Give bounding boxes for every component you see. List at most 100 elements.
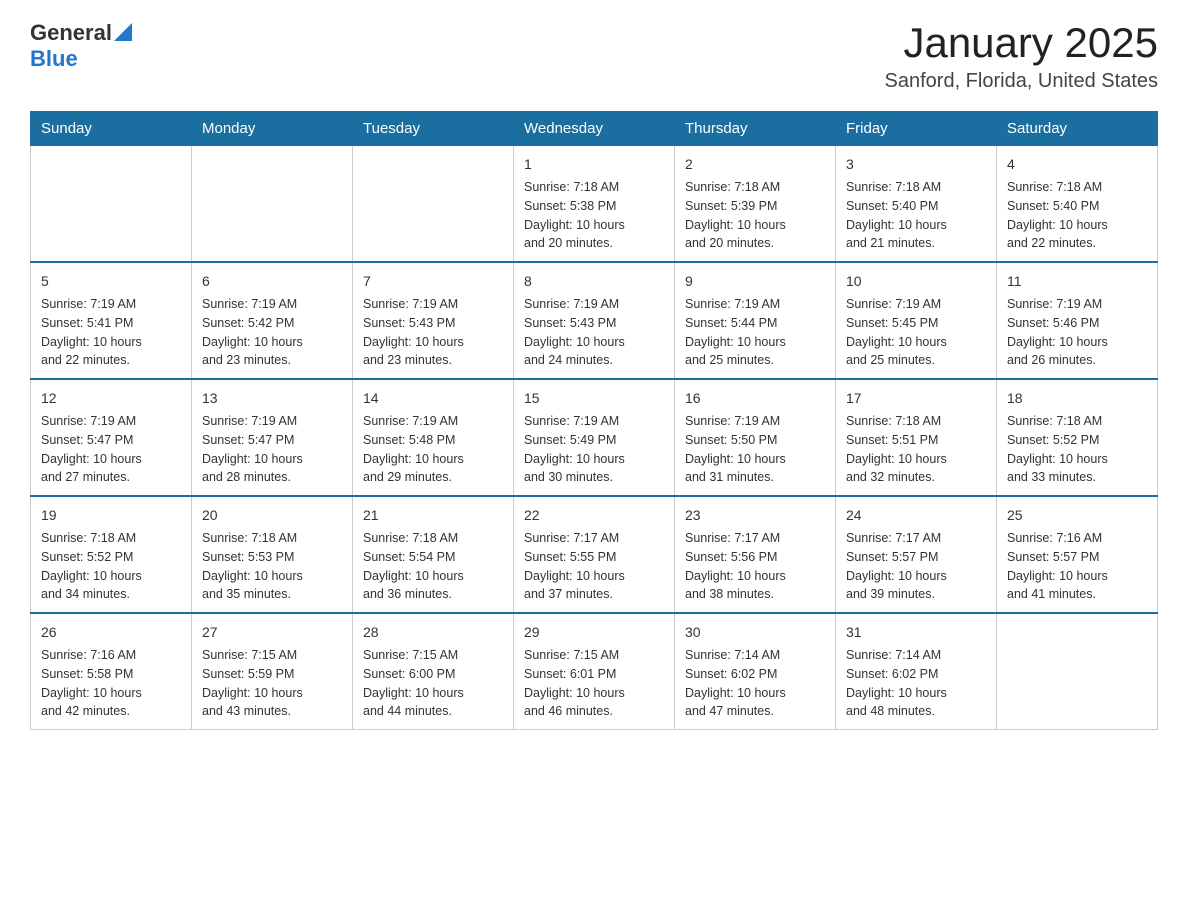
calendar-header-saturday: Saturday [997, 112, 1158, 146]
calendar-day-cell: 27Sunrise: 7:15 AM Sunset: 5:59 PM Dayli… [192, 613, 353, 730]
title-block: January 2025 Sanford, Florida, United St… [885, 20, 1158, 93]
day-number: 2 [685, 154, 825, 175]
day-info: Sunrise: 7:15 AM Sunset: 6:01 PM Dayligh… [524, 646, 664, 721]
calendar-day-cell: 8 Sunrise: 7:19 AM Sunset: 5:43 PM Daylig… [514, 262, 675, 379]
day-number: 26 [41, 622, 181, 643]
day-number: 3 [846, 154, 986, 175]
calendar-week-row: 1 Sunrise: 7:18 AM Sunset: 5:38 PM Daylig… [31, 146, 1158, 263]
day-number: 10 [846, 271, 986, 292]
calendar-header-friday: Friday [836, 112, 997, 146]
calendar-day-cell: 6 Sunrise: 7:19 AM Sunset: 5:42 PM Daylig… [192, 262, 353, 379]
page-header: General Blue January 2025 Sanford, Flori… [30, 20, 1158, 93]
logo-general-text: General [30, 20, 112, 46]
day-info: Sunrise: 7:18 AM Sunset: 5:53 PM Dayligh… [202, 529, 342, 604]
calendar-day-cell [192, 146, 353, 263]
day-info: Sunrise: 7:14 AM Sunset: 6:02 PM Dayligh… [685, 646, 825, 721]
calendar-day-cell: 11 Sunrise: 7:19 AM Sunset: 5:46 PM Dayli… [997, 262, 1158, 379]
day-info: Sunrise: 7:19 AM Sunset: 5:41 PM Dayligh… [41, 295, 181, 370]
day-info: Sunrise: 7:18 AM Sunset: 5:40 PM Dayligh… [846, 178, 986, 253]
calendar-header-sunday: Sunday [31, 112, 192, 146]
day-info: Sunrise: 7:19 AM Sunset: 5:49 PM Dayligh… [524, 412, 664, 487]
calendar-day-cell: 21 Sunrise: 7:18 AM Sunset: 5:54 PM Dayli… [353, 496, 514, 613]
day-number: 8 [524, 271, 664, 292]
day-number: 24 [846, 505, 986, 526]
day-info: Sunrise: 7:18 AM Sunset: 5:38 PM Dayligh… [524, 178, 664, 253]
calendar-day-cell [353, 146, 514, 263]
day-number: 21 [363, 505, 503, 526]
day-number: 7 [363, 271, 503, 292]
logo: General Blue [30, 20, 132, 72]
day-info: Sunrise: 7:16 AM Sunset: 5:58 PM Dayligh… [41, 646, 181, 721]
calendar-day-cell: 29 Sunrise: 7:15 AM Sunset: 6:01 PM Dayli… [514, 613, 675, 730]
calendar-day-cell: 10 Sunrise: 7:19 AM Sunset: 5:45 PM Dayli… [836, 262, 997, 379]
day-number: 13 [202, 388, 342, 409]
day-number: 6 [202, 271, 342, 292]
day-info: Sunrise: 7:19 AM Sunset: 5:44 PM Dayligh… [685, 295, 825, 370]
day-number: 16 [685, 388, 825, 409]
calendar-day-cell: 25Sunrise: 7:16 AM Sunset: 5:57 PM Dayli… [997, 496, 1158, 613]
calendar-day-cell: 30 Sunrise: 7:14 AM Sunset: 6:02 PM Dayli… [675, 613, 836, 730]
day-number: 5 [41, 271, 181, 292]
day-number: 30 [685, 622, 825, 643]
calendar-day-cell [31, 146, 192, 263]
calendar-day-cell: 16 Sunrise: 7:19 AM Sunset: 5:50 PM Dayli… [675, 379, 836, 496]
calendar-header-row: SundayMondayTuesdayWednesdayThursdayFrid… [31, 112, 1158, 146]
calendar-header-thursday: Thursday [675, 112, 836, 146]
day-info: Sunrise: 7:17 AM Sunset: 5:55 PM Dayligh… [524, 529, 664, 604]
day-info: Sunrise: 7:15 AM Sunset: 6:00 PM Dayligh… [363, 646, 503, 721]
day-info: Sunrise: 7:19 AM Sunset: 5:47 PM Dayligh… [202, 412, 342, 487]
day-info: Sunrise: 7:18 AM Sunset: 5:39 PM Dayligh… [685, 178, 825, 253]
calendar-day-cell: 12 Sunrise: 7:19 AM Sunset: 5:47 PM Dayli… [31, 379, 192, 496]
day-info: Sunrise: 7:19 AM Sunset: 5:48 PM Dayligh… [363, 412, 503, 487]
day-info: Sunrise: 7:17 AM Sunset: 5:57 PM Dayligh… [846, 529, 986, 604]
day-number: 23 [685, 505, 825, 526]
day-info: Sunrise: 7:19 AM Sunset: 5:43 PM Dayligh… [524, 295, 664, 370]
day-info: Sunrise: 7:18 AM Sunset: 5:54 PM Dayligh… [363, 529, 503, 604]
day-number: 4 [1007, 154, 1147, 175]
calendar-header-monday: Monday [192, 112, 353, 146]
calendar-day-cell: 2 Sunrise: 7:18 AM Sunset: 5:39 PM Daylig… [675, 146, 836, 263]
day-number: 19 [41, 505, 181, 526]
day-number: 15 [524, 388, 664, 409]
day-info: Sunrise: 7:18 AM Sunset: 5:40 PM Dayligh… [1007, 178, 1147, 253]
day-number: 22 [524, 505, 664, 526]
day-info: Sunrise: 7:19 AM Sunset: 5:46 PM Dayligh… [1007, 295, 1147, 370]
calendar-day-cell: 5 Sunrise: 7:19 AM Sunset: 5:41 PM Daylig… [31, 262, 192, 379]
calendar-week-row: 26 Sunrise: 7:16 AM Sunset: 5:58 PM Dayli… [31, 613, 1158, 730]
day-number: 11 [1007, 271, 1147, 292]
calendar-week-row: 12 Sunrise: 7:19 AM Sunset: 5:47 PM Dayli… [31, 379, 1158, 496]
day-info: Sunrise: 7:19 AM Sunset: 5:45 PM Dayligh… [846, 295, 986, 370]
month-title: January 2025 [885, 20, 1158, 66]
calendar-day-cell: 7 Sunrise: 7:19 AM Sunset: 5:43 PM Daylig… [353, 262, 514, 379]
logo-blue-text: Blue [30, 46, 78, 71]
day-number: 27 [202, 622, 342, 643]
day-info: Sunrise: 7:19 AM Sunset: 5:47 PM Dayligh… [41, 412, 181, 487]
day-number: 28 [363, 622, 503, 643]
day-info: Sunrise: 7:19 AM Sunset: 5:50 PM Dayligh… [685, 412, 825, 487]
calendar-day-cell: 13 Sunrise: 7:19 AM Sunset: 5:47 PM Dayli… [192, 379, 353, 496]
day-info: Sunrise: 7:18 AM Sunset: 5:51 PM Dayligh… [846, 412, 986, 487]
calendar-day-cell: 9Sunrise: 7:19 AM Sunset: 5:44 PM Daylig… [675, 262, 836, 379]
day-info: Sunrise: 7:19 AM Sunset: 5:43 PM Dayligh… [363, 295, 503, 370]
calendar-body: 1 Sunrise: 7:18 AM Sunset: 5:38 PM Daylig… [31, 146, 1158, 730]
calendar-day-cell: 3 Sunrise: 7:18 AM Sunset: 5:40 PM Daylig… [836, 146, 997, 263]
day-number: 1 [524, 154, 664, 175]
calendar-day-cell: 28 Sunrise: 7:15 AM Sunset: 6:00 PM Dayli… [353, 613, 514, 730]
logo-triangle-icon [114, 23, 132, 41]
day-number: 12 [41, 388, 181, 409]
location-title: Sanford, Florida, United States [885, 70, 1158, 93]
calendar-day-cell: 15 Sunrise: 7:19 AM Sunset: 5:49 PM Dayli… [514, 379, 675, 496]
calendar-header-tuesday: Tuesday [353, 112, 514, 146]
calendar-day-cell: 31Sunrise: 7:14 AM Sunset: 6:02 PM Dayli… [836, 613, 997, 730]
day-info: Sunrise: 7:19 AM Sunset: 5:42 PM Dayligh… [202, 295, 342, 370]
day-number: 18 [1007, 388, 1147, 409]
calendar-day-cell: 22 Sunrise: 7:17 AM Sunset: 5:55 PM Dayli… [514, 496, 675, 613]
calendar-week-row: 5 Sunrise: 7:19 AM Sunset: 5:41 PM Daylig… [31, 262, 1158, 379]
calendar-day-cell: 17Sunrise: 7:18 AM Sunset: 5:51 PM Dayli… [836, 379, 997, 496]
calendar-day-cell: 20Sunrise: 7:18 AM Sunset: 5:53 PM Dayli… [192, 496, 353, 613]
calendar-week-row: 19Sunrise: 7:18 AM Sunset: 5:52 PM Dayli… [31, 496, 1158, 613]
calendar-day-cell: 24 Sunrise: 7:17 AM Sunset: 5:57 PM Dayli… [836, 496, 997, 613]
day-number: 29 [524, 622, 664, 643]
calendar-day-cell: 26 Sunrise: 7:16 AM Sunset: 5:58 PM Dayli… [31, 613, 192, 730]
calendar-day-cell: 23Sunrise: 7:17 AM Sunset: 5:56 PM Dayli… [675, 496, 836, 613]
